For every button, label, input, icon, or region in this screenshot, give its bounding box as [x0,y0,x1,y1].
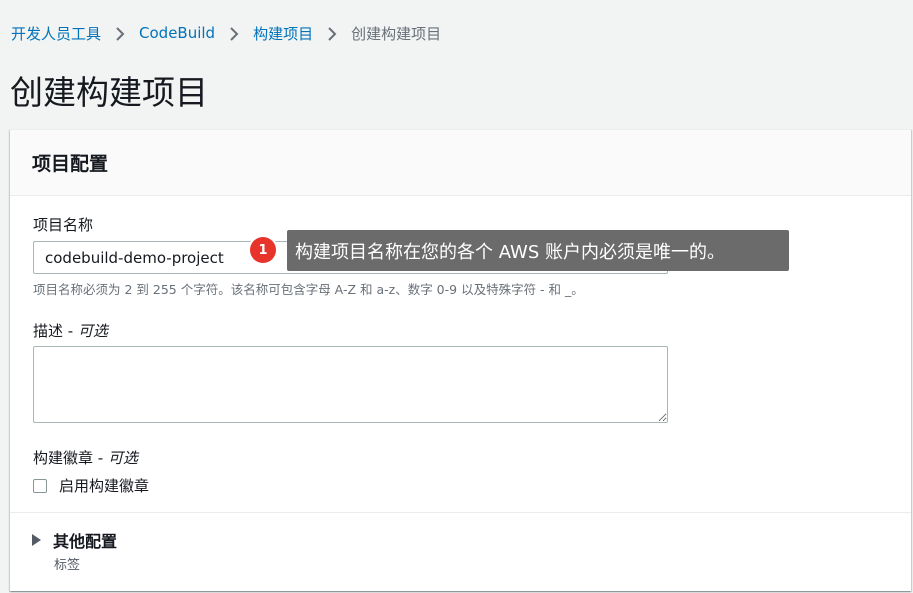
breadcrumb-current: 创建构建项目 [351,24,442,43]
callout-number-badge: 1 [250,237,276,263]
additional-config-expander[interactable]: 其他配置 [32,528,117,552]
breadcrumb: 开发人员工具 CodeBuild 构建项目 创建构建项目 [11,22,441,44]
chevron-right-icon [313,24,351,42]
build-badge-label-text: 构建徽章 [33,449,94,467]
description-optional: 可选 [77,322,108,340]
enable-build-badge-label: 启用构建徽章 [59,477,150,495]
caret-right-icon [32,534,41,546]
page-title: 创建构建项目 [10,73,208,112]
additional-config-title: 其他配置 [53,532,118,551]
callout-tooltip: 构建项目名称在您的各个 AWS 账户内必须是唯一的。 [287,230,789,271]
description-label-text: 描述 [33,322,64,340]
chevron-right-icon [215,24,253,42]
project-config-panel: 项目配置 项目名称 项目名称必须为 2 到 255 个字符。该名称可包含字母 A… [10,129,911,591]
panel-title: 项目配置 [32,153,109,175]
chevron-right-icon [101,24,139,42]
breadcrumb-codebuild[interactable]: CodeBuild [139,24,215,42]
section-divider [10,512,911,513]
project-name-hint: 项目名称必须为 2 到 255 个字符。该名称可包含字母 A-Z 和 a-z、数… [33,282,584,297]
panel-header: 项目配置 [10,130,911,196]
description-textarea[interactable] [33,346,668,423]
description-label: 描述 - 可选 [33,322,108,340]
additional-config-subtitle: 标签 [54,558,81,573]
enable-build-badge-row[interactable]: 启用构建徽章 [33,475,149,496]
breadcrumb-developer-tools[interactable]: 开发人员工具 [11,23,101,44]
build-badge-optional: 可选 [107,449,138,467]
breadcrumb-build-projects[interactable]: 构建项目 [253,23,313,44]
build-badge-label: 构建徽章 - 可选 [33,449,138,467]
enable-build-badge-checkbox[interactable] [33,478,47,493]
project-name-label: 项目名称 [33,216,94,234]
